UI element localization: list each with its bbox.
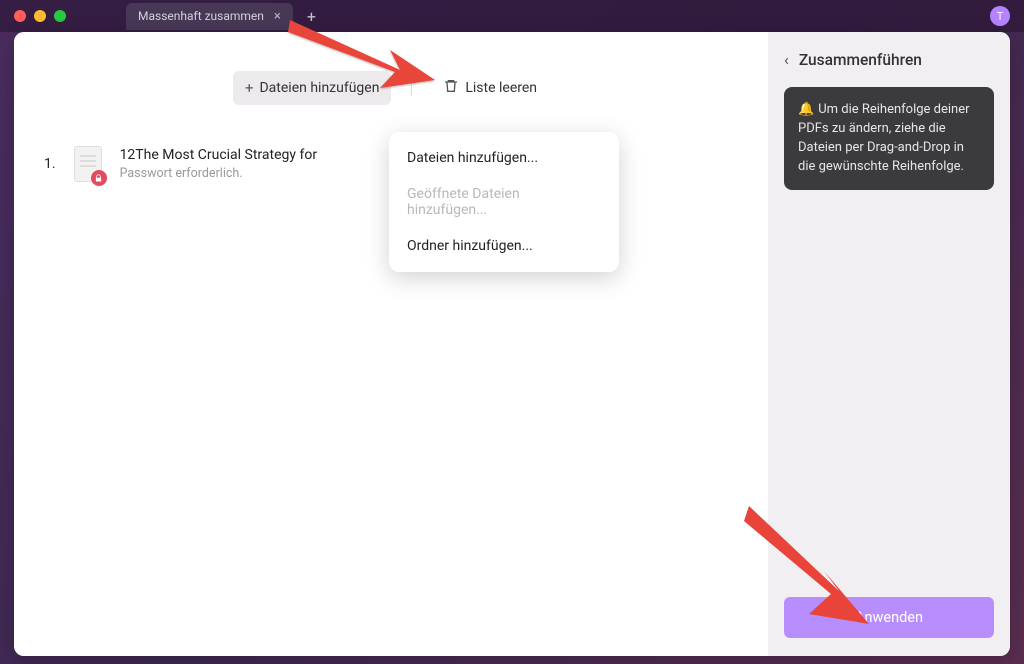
file-icon: [74, 146, 102, 182]
avatar[interactable]: T: [990, 6, 1010, 26]
window-controls: [14, 10, 66, 22]
apply-label: Anwenden: [855, 609, 923, 626]
lock-icon: [91, 170, 107, 186]
file-subtext: Passwort erforderlich.: [120, 166, 318, 181]
add-files-button[interactable]: + Dateien hinzufügen: [233, 71, 391, 105]
maximize-window-button[interactable]: [54, 10, 66, 22]
clear-list-label: Liste leeren: [465, 80, 537, 96]
file-name: 12The Most Crucial Strategy for: [120, 147, 318, 163]
main-area: + Dateien hinzufügen | Liste leeren Date…: [14, 32, 768, 656]
apply-button[interactable]: Anwenden: [784, 597, 994, 638]
side-panel: ‹ Zusammenführen 🔔Um die Reihenfolge dei…: [768, 32, 1010, 656]
toolbar: + Dateien hinzufügen | Liste leeren: [14, 52, 768, 126]
dropdown-add-folder[interactable]: Ordner hinzufügen...: [389, 228, 619, 264]
add-files-label: Dateien hinzufügen: [259, 80, 379, 96]
minimize-window-button[interactable]: [34, 10, 46, 22]
bell-icon: 🔔: [798, 102, 814, 117]
plus-icon: +: [245, 79, 254, 97]
titlebar: Massenhaft zusammen × + T: [0, 0, 1024, 32]
trash-icon: [443, 78, 459, 98]
tip-box: 🔔Um die Reihenfolge deiner PDFs zu änder…: [784, 87, 994, 190]
back-icon[interactable]: ‹: [784, 50, 789, 69]
clear-list-button[interactable]: Liste leeren: [431, 70, 549, 106]
toolbar-divider: |: [409, 79, 413, 98]
app-window: + Dateien hinzufügen | Liste leeren Date…: [14, 32, 1010, 656]
add-tab-button[interactable]: +: [307, 7, 316, 26]
side-panel-header: ‹ Zusammenführen: [784, 50, 994, 69]
dropdown-add-files[interactable]: Dateien hinzufügen...: [389, 140, 619, 176]
add-files-dropdown: Dateien hinzufügen... Geöffnete Dateien …: [389, 132, 619, 272]
tab-current[interactable]: Massenhaft zusammen ×: [126, 3, 293, 30]
side-panel-title: Zusammenführen: [799, 51, 922, 69]
avatar-letter: T: [997, 10, 1004, 23]
file-index: 1.: [44, 156, 56, 172]
dropdown-add-open-files: Geöffnete Dateien hinzufügen...: [389, 176, 619, 228]
tip-text: Um die Reihenfolge deiner PDFs zu ändern…: [798, 102, 970, 174]
close-window-button[interactable]: [14, 10, 26, 22]
tab-title: Massenhaft zusammen: [138, 9, 264, 23]
file-meta: 12The Most Crucial Strategy for Passwort…: [120, 147, 318, 181]
close-tab-icon[interactable]: ×: [274, 9, 281, 24]
